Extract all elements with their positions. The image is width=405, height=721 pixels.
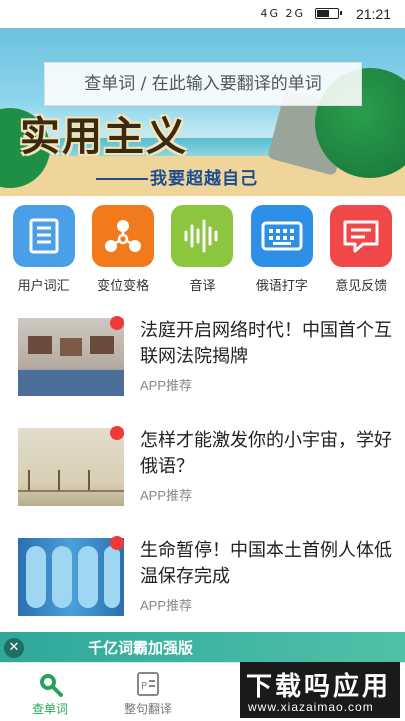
news-title: 怎样才能激发你的小宇宙，学好俄语？: [140, 430, 392, 477]
status-time: 21:21: [355, 6, 391, 22]
news-thumbnail: [18, 428, 124, 506]
feature-label: 音译: [189, 279, 216, 294]
search-bar[interactable]: [44, 62, 362, 106]
ad-banner[interactable]: ✕ 千亿词霸加强版: [0, 632, 405, 662]
news-tag: APP推荐: [140, 378, 193, 393]
tab-label: 整句翻译: [123, 702, 172, 716]
notebook-icon: [12, 205, 75, 267]
banner-subtitle: 我要超越自己: [150, 169, 258, 189]
feature-user-vocab[interactable]: 用户词汇: [8, 205, 80, 301]
svg-text:P: P: [141, 681, 147, 692]
hero-banner[interactable]: 实用主义 我要超越自己: [0, 28, 405, 196]
feature-conjugation[interactable]: 变位变格: [87, 205, 159, 301]
feature-transliteration[interactable]: 音译: [166, 205, 238, 301]
search-input[interactable]: [45, 73, 361, 95]
unread-dot: [110, 426, 124, 440]
translate-icon: P: [135, 671, 161, 697]
news-thumbnail: [18, 318, 124, 396]
chat-bubble-icon: [330, 205, 393, 267]
close-icon[interactable]: ✕: [4, 638, 24, 658]
feature-russian-typing[interactable]: 俄语打字: [246, 205, 318, 301]
news-tag: APP推荐: [140, 598, 193, 613]
tab-sentence-translate[interactable]: P 整句翻译: [108, 663, 188, 721]
news-thumbnail: [18, 538, 124, 616]
list-item[interactable]: 法庭开启网络时代！中国首个互联网法院揭牌 APP推荐: [0, 316, 405, 418]
status-bar: 4G 2G 21:21: [0, 0, 405, 28]
list-item[interactable]: 怎样才能激发你的小宇宙，学好俄语？ APP推荐: [0, 426, 405, 528]
feature-label: 用户词汇: [17, 279, 70, 294]
unread-dot: [110, 536, 124, 550]
network-signal-icon: 4G 2G: [260, 7, 305, 20]
news-title: 法庭开启网络时代！中国首个互联网法院揭牌: [140, 320, 392, 367]
battery-icon: [315, 8, 342, 19]
share-nodes-icon: [92, 205, 155, 267]
feature-label: 变位变格: [97, 279, 150, 294]
watermark-logo: 下载吗应用 www.xiazaimao.com: [240, 662, 400, 718]
feature-label: 意见反馈: [335, 279, 388, 294]
waveform-icon: [171, 205, 234, 267]
news-title: 生命暂停！中国本土首例人体低温保存完成: [140, 540, 392, 587]
list-item[interactable]: 生命暂停！中国本土首例人体低温保存完成 APP推荐: [0, 536, 405, 638]
tab-label: 查单词: [31, 702, 68, 716]
feature-shortcuts: 用户词汇 变位变格 音译 俄语打字 意见反馈: [0, 205, 405, 301]
banner-title: 实用主义: [20, 114, 188, 160]
unread-dot: [110, 316, 124, 330]
search-icon: [37, 671, 63, 697]
ad-banner-text: 千亿词霸加强版: [88, 639, 194, 657]
banner-divider: [96, 178, 148, 180]
tab-lookup[interactable]: 查单词: [10, 663, 90, 721]
feature-feedback[interactable]: 意见反馈: [325, 205, 397, 301]
watermark-title: 下载吗应用: [246, 672, 392, 702]
feature-label: 俄语打字: [255, 279, 308, 294]
watermark-url: www.xiazaimao.com: [248, 700, 374, 714]
news-tag: APP推荐: [140, 488, 193, 503]
keyboard-icon: [250, 205, 313, 267]
